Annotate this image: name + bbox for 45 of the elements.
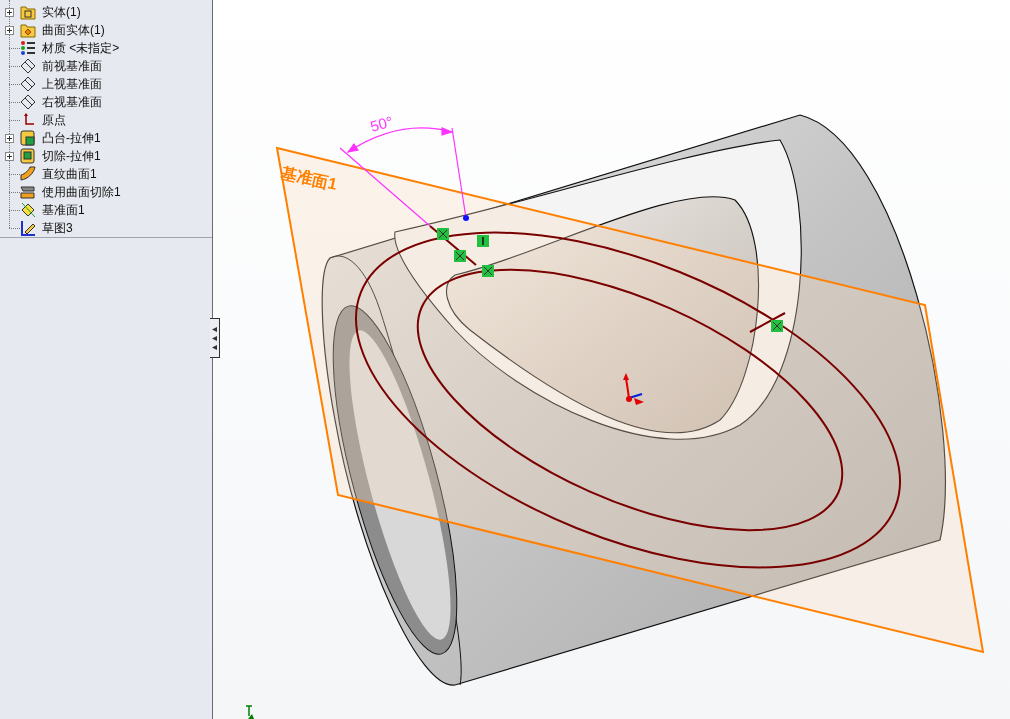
- expand-toggle[interactable]: [5, 151, 14, 161]
- tree-item-label[interactable]: 前视基准面: [42, 57, 102, 75]
- plane-icon: [20, 58, 36, 74]
- expand-toggle[interactable]: [5, 25, 14, 35]
- tree-item-label[interactable]: 凸台-拉伸1: [42, 129, 101, 147]
- tree-item-label[interactable]: 材质 <未指定>: [42, 39, 120, 57]
- sketch-curve-outer[interactable]: [355, 231, 901, 569]
- expand-toggle[interactable]: [5, 7, 14, 17]
- ruled-surface-icon: [20, 166, 36, 182]
- tree-item-label[interactable]: 草图3: [42, 219, 73, 237]
- extrude-cut-icon: [20, 148, 36, 164]
- sketch-line[interactable]: [429, 225, 477, 266]
- sketch-point[interactable]: [463, 215, 469, 221]
- expand-toggle[interactable]: [5, 133, 14, 143]
- collapse-handle[interactable]: [210, 318, 220, 358]
- vertical-relation-icon[interactable]: [477, 235, 489, 247]
- tree-item-label[interactable]: 实体(1): [42, 3, 81, 21]
- plane-icon: [20, 76, 36, 92]
- tree-item-label[interactable]: 右视基准面: [42, 93, 102, 111]
- sketch-curve-inner[interactable]: [417, 268, 843, 532]
- tree-item-label[interactable]: 曲面实体(1): [42, 21, 105, 39]
- tree-item-label[interactable]: 使用曲面切除1: [42, 183, 121, 201]
- tree-item-label[interactable]: 切除-拉伸1: [42, 147, 101, 165]
- collapse-arrows-icon: [212, 325, 217, 351]
- tree-item-label[interactable]: 直纹曲面1: [42, 165, 97, 183]
- relation-marker-icon[interactable]: [437, 228, 449, 240]
- triad-icon: [623, 373, 644, 405]
- folder-surface-icon: [20, 22, 36, 38]
- sketch-line[interactable]: [749, 312, 786, 333]
- plane-icon: [20, 94, 36, 110]
- axis-triad-icon: [245, 705, 254, 719]
- tree-item-label[interactable]: 原点: [42, 111, 66, 129]
- reference-plane-icon: [20, 202, 36, 218]
- extrude-boss-icon: [20, 130, 36, 146]
- reference-plane[interactable]: [275, 146, 985, 654]
- material-icon: [20, 40, 36, 56]
- tree-item-label[interactable]: 基准面1: [42, 201, 85, 219]
- relation-marker-icon[interactable]: [454, 250, 466, 262]
- folder-cube-icon: [20, 4, 36, 20]
- relation-marker-icon[interactable]: [482, 265, 494, 277]
- tree-item-label[interactable]: 上视基准面: [42, 75, 102, 93]
- surface-cut-icon: [20, 184, 36, 200]
- sketch-icon: [20, 220, 36, 236]
- relation-marker-icon[interactable]: [771, 320, 783, 332]
- plane-label: 基准面1: [279, 164, 339, 193]
